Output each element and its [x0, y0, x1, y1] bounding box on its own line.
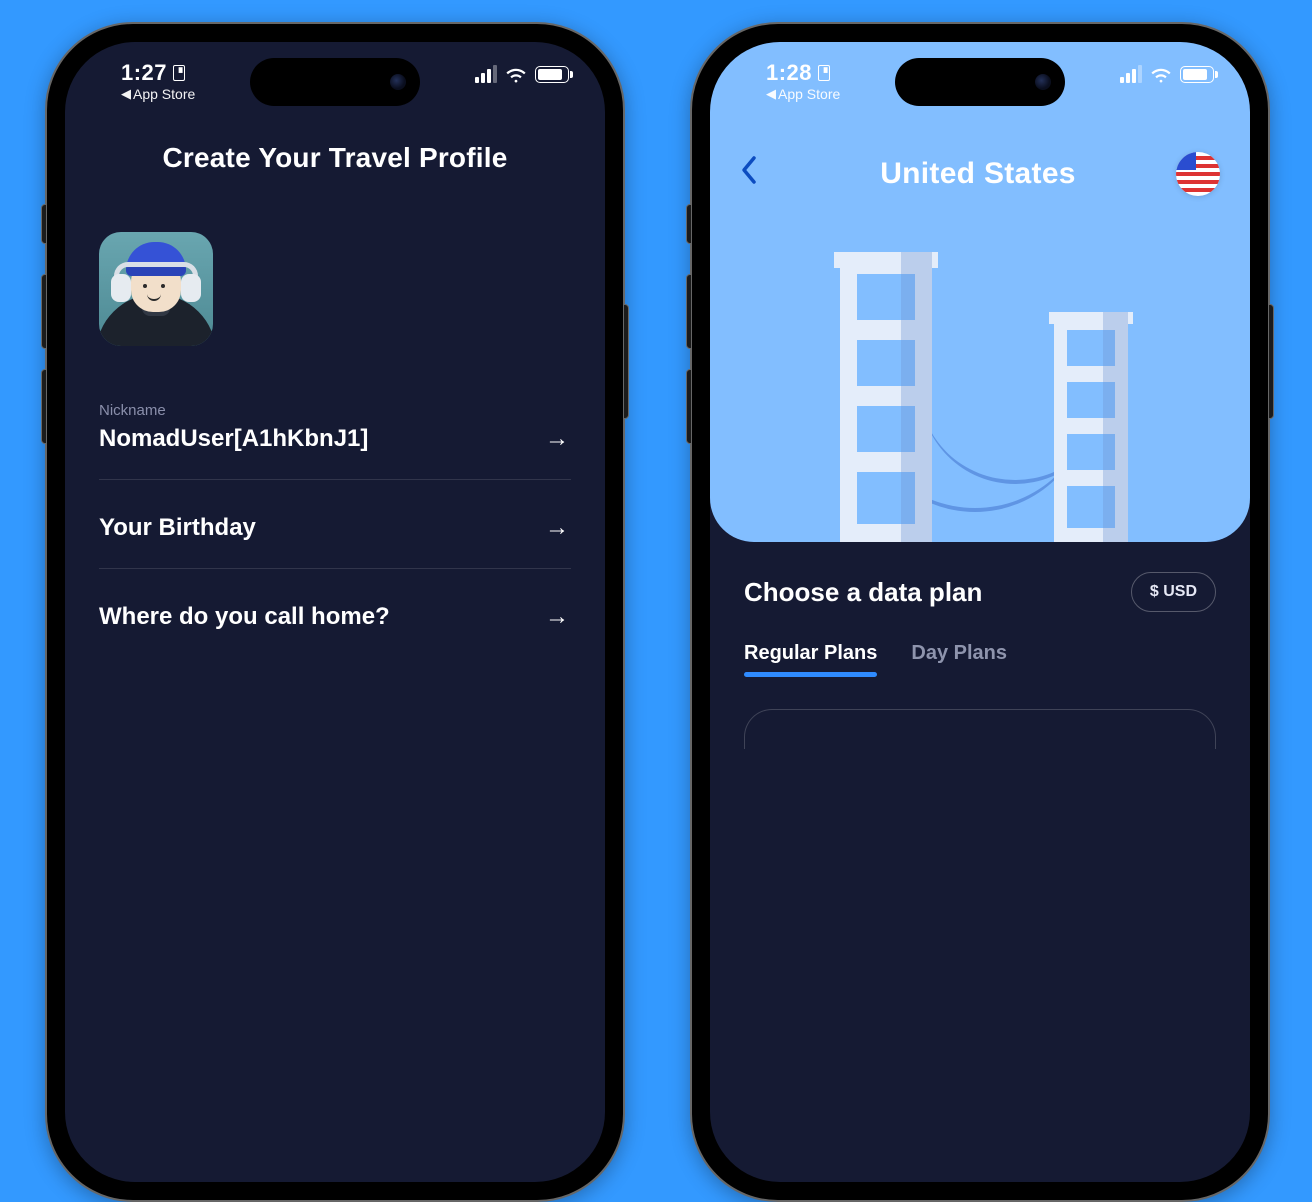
plan-card[interactable] — [744, 709, 1216, 749]
caret-left-icon: ◀ — [121, 86, 131, 102]
back-to-app-store[interactable]: ◀ App Store — [121, 86, 195, 102]
arrow-right-icon: → — [545, 425, 569, 453]
country-hero: United States — [710, 42, 1250, 542]
sim-icon: ▝ — [818, 65, 830, 81]
status-time: 1:28 — [766, 60, 812, 86]
plan-tabs: Regular Plans Day Plans — [744, 642, 1216, 675]
nickname-row[interactable]: NomadUser[A1hKbnJ1] → — [99, 419, 571, 480]
caret-left-icon: ◀ — [766, 86, 776, 102]
tab-day-plans[interactable]: Day Plans — [911, 642, 1007, 675]
page-title: Create Your Travel Profile — [99, 142, 571, 174]
phone-frame-left: 1:27 ▝ ◀ App Store Create Your Travel Pr… — [45, 22, 625, 1202]
battery-icon — [1180, 66, 1214, 83]
arrow-right-icon: → — [545, 603, 569, 631]
cellular-signal-icon — [475, 67, 497, 83]
side-button — [686, 204, 692, 244]
side-button — [1268, 304, 1274, 419]
screen-travel-profile: 1:27 ▝ ◀ App Store Create Your Travel Pr… — [65, 42, 605, 1182]
currency-label: $ USD — [1150, 583, 1197, 600]
phone-frame-right: 1:28 ▝ ◀ App Store — [690, 22, 1270, 1202]
dynamic-island — [250, 58, 420, 106]
avatar-button[interactable] — [99, 232, 571, 346]
nickname-label: Nickname — [99, 402, 571, 419]
back-button[interactable] — [740, 155, 780, 193]
cellular-signal-icon — [1120, 67, 1142, 83]
country-title: United States — [880, 157, 1076, 191]
side-button — [41, 204, 47, 244]
currency-selector[interactable]: $ USD — [1131, 572, 1216, 612]
battery-icon — [535, 66, 569, 83]
side-button — [41, 369, 47, 444]
country-flag-icon[interactable] — [1176, 152, 1220, 196]
status-time: 1:27 — [121, 60, 167, 86]
arrow-right-icon: → — [545, 514, 569, 542]
back-to-app-store[interactable]: ◀ App Store — [766, 86, 840, 102]
plans-title: Choose a data plan — [744, 577, 982, 608]
nickname-value: NomadUser[A1hKbnJ1] — [99, 425, 368, 453]
avatar-image — [99, 232, 213, 346]
wifi-icon — [505, 67, 527, 83]
birthday-row[interactable]: Your Birthday → — [99, 480, 571, 569]
home-label: Where do you call home? — [99, 603, 390, 631]
screen-data-plans: 1:28 ▝ ◀ App Store — [710, 42, 1250, 1182]
home-row[interactable]: Where do you call home? → — [99, 569, 571, 657]
dynamic-island — [895, 58, 1065, 106]
sim-icon: ▝ — [173, 65, 185, 81]
wifi-icon — [1150, 67, 1172, 83]
side-button — [686, 274, 692, 349]
birthday-label: Your Birthday — [99, 514, 256, 542]
bridge-illustration — [710, 252, 1250, 542]
side-button — [623, 304, 629, 419]
back-label: App Store — [133, 86, 195, 102]
tab-regular-plans[interactable]: Regular Plans — [744, 642, 877, 675]
chevron-left-icon — [740, 155, 758, 185]
side-button — [41, 274, 47, 349]
side-button — [686, 369, 692, 444]
back-label: App Store — [778, 86, 840, 102]
